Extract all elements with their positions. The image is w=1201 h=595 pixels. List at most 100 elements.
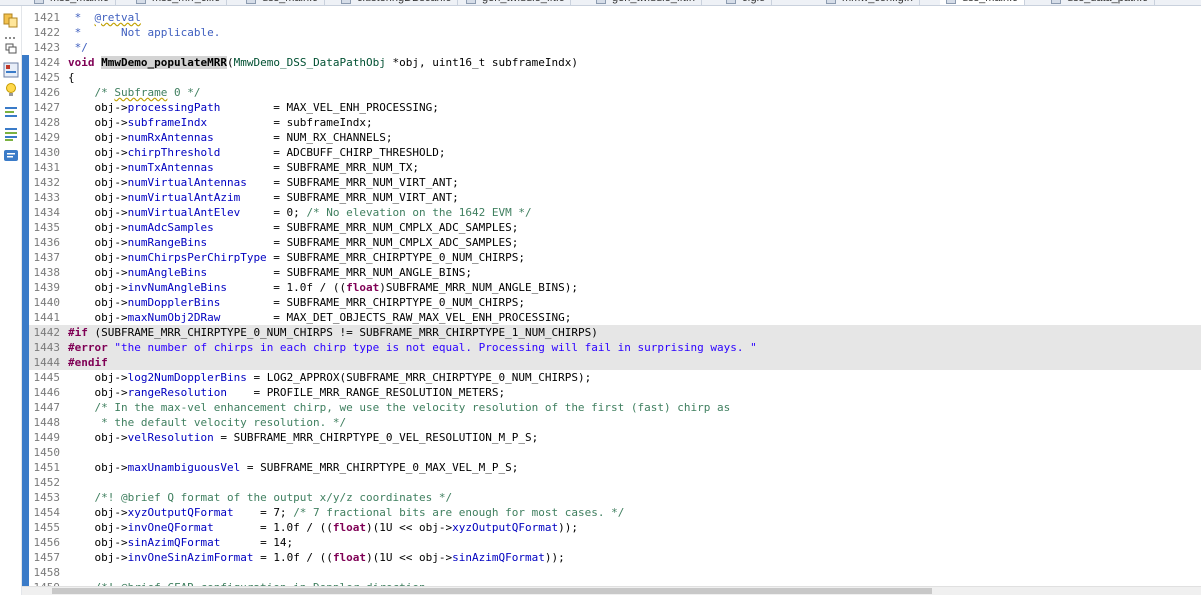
code-line[interactable]: 1429 obj->numRxAntennas = NUM_RX_CHANNEL… [22,130,1201,145]
code-line[interactable]: 1433 obj->numVirtualAntAzim = SUBFRAME_M… [22,190,1201,205]
code-line[interactable]: 1438 obj->numAngleBins = SUBFRAME_MRR_NU… [22,265,1201,280]
code-line[interactable]: 1450 [22,445,1201,460]
code-line[interactable]: 1457 obj->invOneSinAzimFormat = 1.0f / (… [22,550,1201,565]
scrollbar-thumb[interactable] [52,588,932,594]
change-marker [22,310,29,325]
code-token: numDopplerBins [127,296,221,309]
code-token: obj-> [68,131,128,144]
editor-tab[interactable]: cfgio [720,0,773,5]
code-line[interactable]: 1449 obj->velResolution = SUBFRAME_MRR_C… [22,430,1201,445]
code-line[interactable]: 1451 obj->maxUnambiguousVel = SUBFRAME_M… [22,460,1201,475]
line-number: 1437 [33,251,61,264]
collapse-icon[interactable] [3,40,19,54]
code-editor[interactable]: 1421 * @retval 1422 * Not applicable. 1423… [22,10,1201,586]
code-token: * [68,11,95,24]
code-line[interactable]: 1423 */ [22,40,1201,55]
code-token: = NUM_RX_CHANNELS; [213,131,393,144]
change-marker [22,10,29,25]
editor-tab[interactable]: mss_main.c [28,0,116,5]
change-marker [22,265,29,280]
more-icon[interactable] [3,30,19,39]
code-token: sinAzimQFormat [127,536,221,549]
code-token: /* No elevation on the 1642 EVM */ [306,206,532,219]
file-icon [596,0,606,4]
change-marker [22,100,29,115]
code-text: /*! @brief Q format of the output x/y/z … [68,490,452,505]
code-line[interactable]: 1425 { [22,70,1201,85]
lightbulb-icon[interactable] [3,82,19,98]
editor-tab[interactable]: mss_mrr_cli.c [130,0,227,5]
editor-tab[interactable]: dss_data_path.c [1045,0,1155,5]
line-number: 1439 [33,281,61,294]
change-marker [22,505,29,520]
list-icon[interactable] [3,126,19,142]
tab-label: dss_main.c [962,0,1018,4]
code-token: obj-> [68,251,128,264]
code-token: * Not applicable. [68,26,221,39]
code-line[interactable]: 1455 obj->invOneQFormat = 1.0f / ((float… [22,520,1201,535]
code-text: obj->numVirtualAntAzim = SUBFRAME_MRR_NU… [68,190,458,205]
code-line[interactable]: 1431 obj->numTxAntennas = SUBFRAME_MRR_N… [22,160,1201,175]
code-line[interactable]: 1426 /* Subframe 0 */ [22,85,1201,100]
code-line[interactable]: 1443 #error "the number of chirps in each… [22,340,1201,355]
change-marker [22,490,29,505]
code-line[interactable]: 1430 obj->chirpThreshold = ADCBUFF_CHIRP… [22,145,1201,160]
code-token: = 1.0f / (( [226,281,347,294]
code-token: = subframeIndx; [207,116,373,129]
code-line[interactable]: 1458 [22,565,1201,580]
code-token: obj-> [68,551,128,564]
file-icon [466,0,476,4]
file-icon [246,0,256,4]
change-marker [22,235,29,250]
line-number: 1440 [33,296,61,309]
editor-tab[interactable]: clusteringDBscan.c [335,0,459,5]
code-line[interactable]: 1446 obj->rangeResolution = PROFILE_MRR_… [22,385,1201,400]
code-line[interactable]: 1439 obj->invNumAngleBins = 1.0f / ((flo… [22,280,1201,295]
code-line[interactable]: 1427 obj->processingPath = MAX_VEL_ENH_P… [22,100,1201,115]
code-token: = 0; [240,206,307,219]
code-text: obj->invNumAngleBins = 1.0f / ((float)SU… [68,280,578,295]
code-line[interactable]: 1432 obj->numVirtualAntennas = SUBFRAME_… [22,175,1201,190]
editor-tab[interactable]: dss_main.c [940,0,1025,5]
code-line[interactable]: 1453 /*! @brief Q format of the output x… [22,490,1201,505]
code-token: obj-> [68,191,128,204]
code-line[interactable]: 1421 * @retval [22,10,1201,25]
editor-tab[interactable]: dss_main.c [240,0,325,5]
code-token: subframeIndx [127,116,208,129]
code-line[interactable]: 1441 obj->maxNumObj2DRaw = MAX_DET_OBJEC… [22,310,1201,325]
line-number: 1421 [33,11,61,24]
code-line[interactable]: 1437 obj->numChirpsPerChirpType = SUBFRA… [22,250,1201,265]
console-icon[interactable] [3,148,19,164]
outline-icon[interactable] [3,12,19,28]
code-line[interactable]: 1424 void MmwDemo_populateMRR(MmwDemo_DSS… [22,55,1201,70]
code-line[interactable]: 1444 #endif [22,355,1201,370]
code-line[interactable]: 1447 /* In the max-vel enhancement chirp… [22,400,1201,415]
code-line[interactable]: 1442 #if (SUBFRAME_MRR_CHIRPTYPE_0_NUM_CH… [22,325,1201,340]
code-text: obj->numRxAntennas = NUM_RX_CHANNELS; [68,130,393,145]
line-number: 1450 [33,446,61,459]
code-token: *obj, uint16_t subframeIndx) [385,56,578,69]
code-line[interactable]: 1445 obj->log2NumDopplerBins = LOG2_APPR… [22,370,1201,385]
code-line[interactable]: 1454 obj->xyzOutputQFormat = 7; /* 7 fra… [22,505,1201,520]
code-line[interactable]: 1436 obj->numRangeBins = SUBFRAME_MRR_NU… [22,235,1201,250]
code-line[interactable]: 1452 [22,475,1201,490]
code-line[interactable]: 1435 obj->numAdcSamples = SUBFRAME_MRR_N… [22,220,1201,235]
code-token: obj-> [68,521,128,534]
code-line[interactable]: 1434 obj->numVirtualAntElev = 0; /* No e… [22,205,1201,220]
code-line[interactable]: 1456 obj->sinAzimQFormat = 14; [22,535,1201,550]
horizontal-scrollbar[interactable] [22,586,1201,595]
bars-icon[interactable] [3,104,19,120]
code-line[interactable]: 1448 * the default velocity resolution. … [22,415,1201,430]
code-line[interactable]: 1440 obj->numDopplerBins = SUBFRAME_MRR_… [22,295,1201,310]
tab-label: cfgio [742,0,765,4]
code-text: obj->processingPath = MAX_VEL_ENH_PROCES… [68,100,438,115]
editor-tab[interactable]: mmw_config.h [820,0,920,5]
line-number: 1443 [33,341,61,354]
code-text: obj->rangeResolution = PROFILE_MRR_RANGE… [68,385,505,400]
code-line[interactable]: 1428 obj->subframeIndx = subframeIndx; [22,115,1201,130]
editor-tab[interactable]: gen_twiddle_fft.h [590,0,702,5]
change-marker [22,85,29,100]
debug-view-icon[interactable] [3,62,19,78]
editor-tab[interactable]: gen_twiddle_fft.c [460,0,572,5]
code-line[interactable]: 1422 * Not applicable. [22,25,1201,40]
